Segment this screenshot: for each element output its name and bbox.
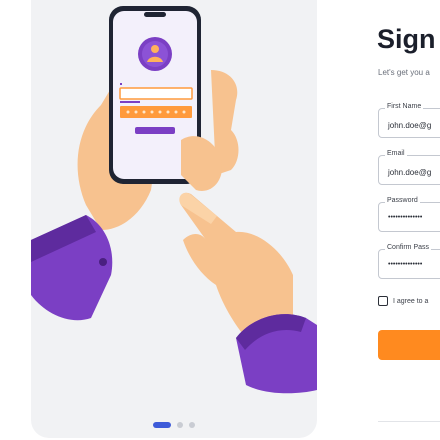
password-label: Password: [385, 197, 420, 204]
email-label: Email: [385, 150, 407, 157]
agree-checkbox[interactable]: [378, 296, 388, 306]
confirm-password-label: Confirm Pass: [385, 244, 432, 251]
confirm-password-field[interactable]: Confirm Pass ••••••••••••••: [378, 244, 440, 279]
agree-terms-row[interactable]: I agree to a: [378, 296, 428, 306]
carousel-dot-2[interactable]: [177, 422, 183, 428]
signup-form: Sign u Let's get you a First Name john.d…: [377, 0, 440, 440]
create-account-button[interactable]: [378, 330, 440, 360]
confirm-password-value: ••••••••••••••: [388, 261, 423, 268]
carousel-dots[interactable]: [31, 422, 317, 428]
first-name-field[interactable]: First Name john.doe@g: [378, 103, 440, 138]
first-name-label: First Name: [385, 103, 424, 110]
email-value: john.doe@g: [388, 168, 432, 177]
agree-label: I agree to a: [393, 297, 429, 305]
page-title: Sign u: [377, 24, 440, 54]
password-field[interactable]: Password ••••••••••••••: [378, 197, 440, 232]
first-name-value: john.doe@g: [388, 121, 432, 130]
password-value: ••••••••••••••: [388, 214, 423, 221]
page-subtitle: Let's get you a: [378, 68, 430, 77]
hand-phone-illustration: [31, 6, 317, 394]
carousel-dot-3[interactable]: [189, 422, 195, 428]
carousel-dot-1[interactable]: [153, 422, 171, 428]
illustration-panel: [31, 0, 317, 438]
divider: [378, 421, 440, 422]
email-field[interactable]: Email john.doe@g: [378, 150, 440, 185]
